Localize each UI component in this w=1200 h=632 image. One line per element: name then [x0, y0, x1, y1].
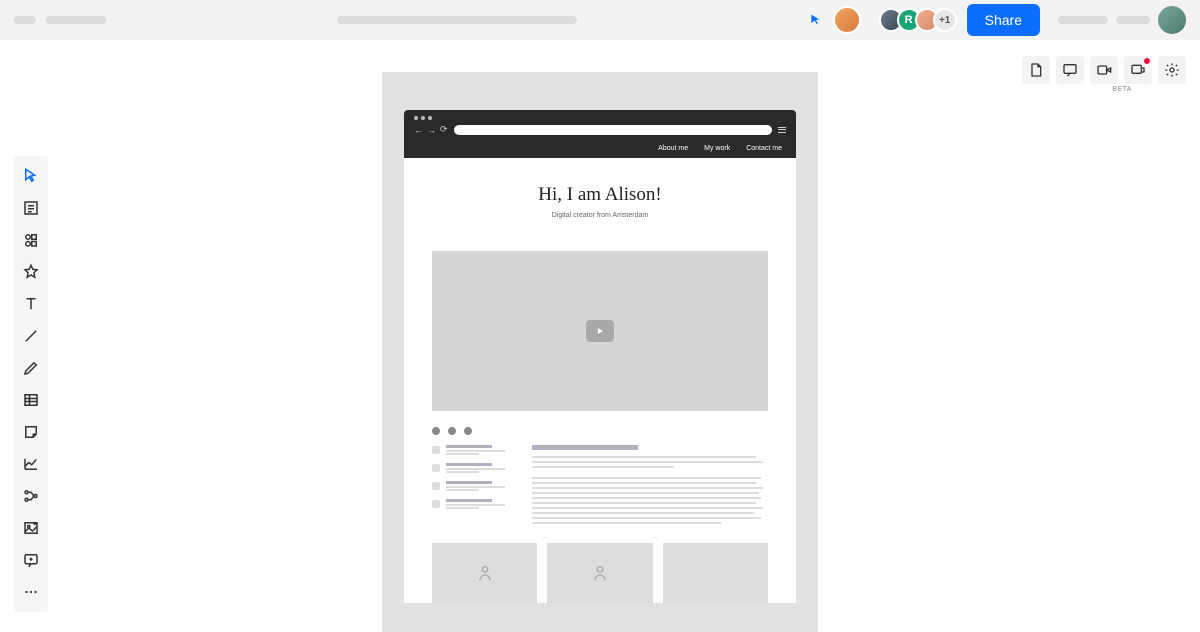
- site-nav: About me My work Contact me: [404, 139, 796, 158]
- list-item: [432, 463, 512, 473]
- gallery-item: [547, 543, 652, 603]
- window-controls-icon: [414, 116, 786, 120]
- forward-arrow-icon: →: [427, 125, 436, 135]
- checkbox-icon: [432, 464, 440, 472]
- reload-icon: ⟳: [440, 124, 448, 135]
- topbar-right: R +1 Share: [809, 4, 1186, 36]
- gallery-item: [663, 543, 768, 603]
- top-bar: R +1 Share: [0, 0, 1200, 40]
- topbar-center: [118, 16, 797, 24]
- gallery-row: [404, 543, 796, 603]
- list-item: [432, 481, 512, 491]
- browser-nav-icons: ← → ⟳: [414, 124, 448, 135]
- hero-section: Hi, I am Alison! Digital creator from Am…: [404, 158, 796, 233]
- content-columns: [404, 441, 796, 543]
- hero-subtitle: Digital creator from Amsterdam: [424, 212, 776, 219]
- social-icon: [432, 427, 440, 435]
- nav-link: About me: [658, 145, 688, 152]
- paragraph-column: [532, 445, 768, 527]
- checklist-column: [432, 445, 512, 527]
- share-button[interactable]: Share: [967, 4, 1040, 36]
- topbar-far-right: [1058, 6, 1186, 34]
- play-icon: [586, 320, 614, 342]
- browser-mockup: ← → ⟳ About me My work Contact me Hi, I …: [404, 110, 796, 603]
- checkbox-icon: [432, 446, 440, 454]
- checkbox-icon: [432, 500, 440, 508]
- multiplayer-cursor-icon: [809, 13, 823, 27]
- collaborator-overflow[interactable]: +1: [933, 8, 957, 32]
- browser-chrome: ← → ⟳: [404, 110, 796, 139]
- canvas[interactable]: ← → ⟳ About me My work Contact me Hi, I …: [0, 40, 1200, 630]
- nav-link: Contact me: [746, 145, 782, 152]
- gallery-item: [432, 543, 537, 603]
- url-bar: [454, 125, 772, 135]
- presenter-avatar[interactable]: [833, 6, 861, 34]
- social-icon: [464, 427, 472, 435]
- design-frame[interactable]: ← → ⟳ About me My work Contact me Hi, I …: [382, 72, 818, 632]
- social-icons-row: [404, 421, 796, 441]
- user-avatar[interactable]: [1158, 6, 1186, 34]
- nav-link: My work: [704, 145, 730, 152]
- topbar-left: [14, 16, 106, 24]
- video-placeholder: [432, 251, 768, 411]
- hero-title: Hi, I am Alison!: [424, 184, 776, 206]
- checkbox-icon: [432, 482, 440, 490]
- list-item: [432, 499, 512, 509]
- social-icon: [448, 427, 456, 435]
- back-arrow-icon: ←: [414, 125, 423, 135]
- doc-title-placeholder[interactable]: [46, 16, 106, 24]
- logo-placeholder: [14, 16, 36, 24]
- breadcrumb-placeholder: [337, 16, 577, 24]
- collaborator-avatars: R +1: [879, 8, 957, 32]
- list-item: [432, 445, 512, 455]
- hamburger-icon: [778, 127, 786, 133]
- menu-placeholder[interactable]: [1058, 16, 1108, 24]
- menu-placeholder[interactable]: [1116, 16, 1150, 24]
